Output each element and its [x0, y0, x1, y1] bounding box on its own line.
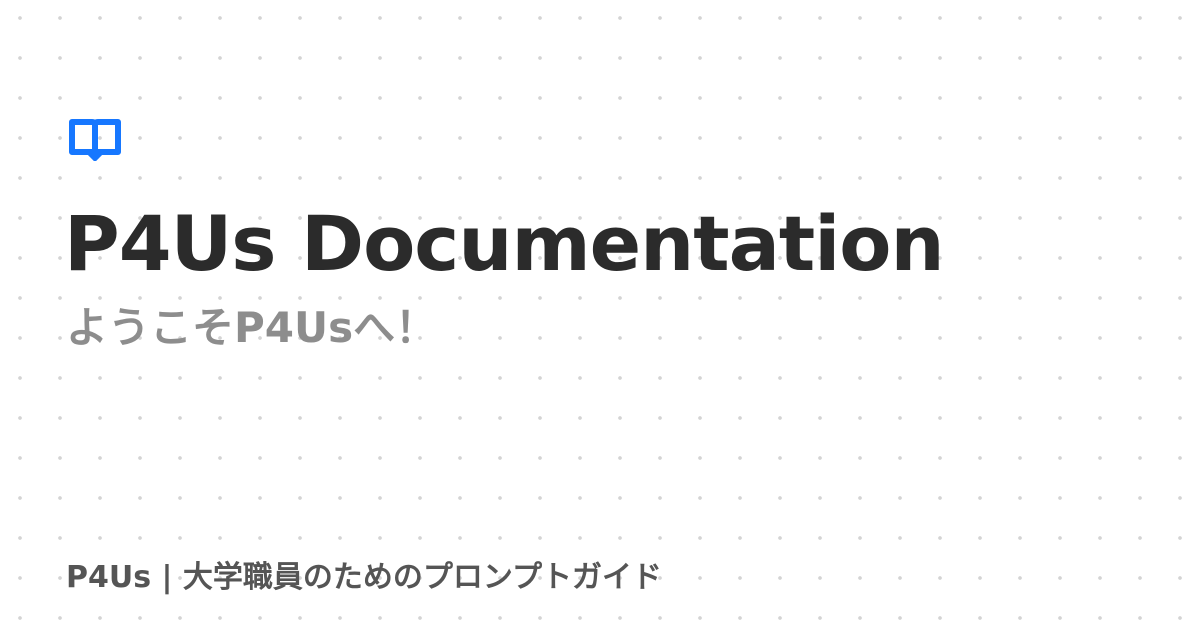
page-title: P4Us Documentation — [64, 199, 945, 288]
open-book-icon — [68, 119, 122, 161]
welcome-subtitle: ようこそP4Usへ！ — [66, 303, 438, 352]
site-footer-tagline: P4Us | 大学職員のためのプロンプトガイド — [66, 560, 663, 595]
